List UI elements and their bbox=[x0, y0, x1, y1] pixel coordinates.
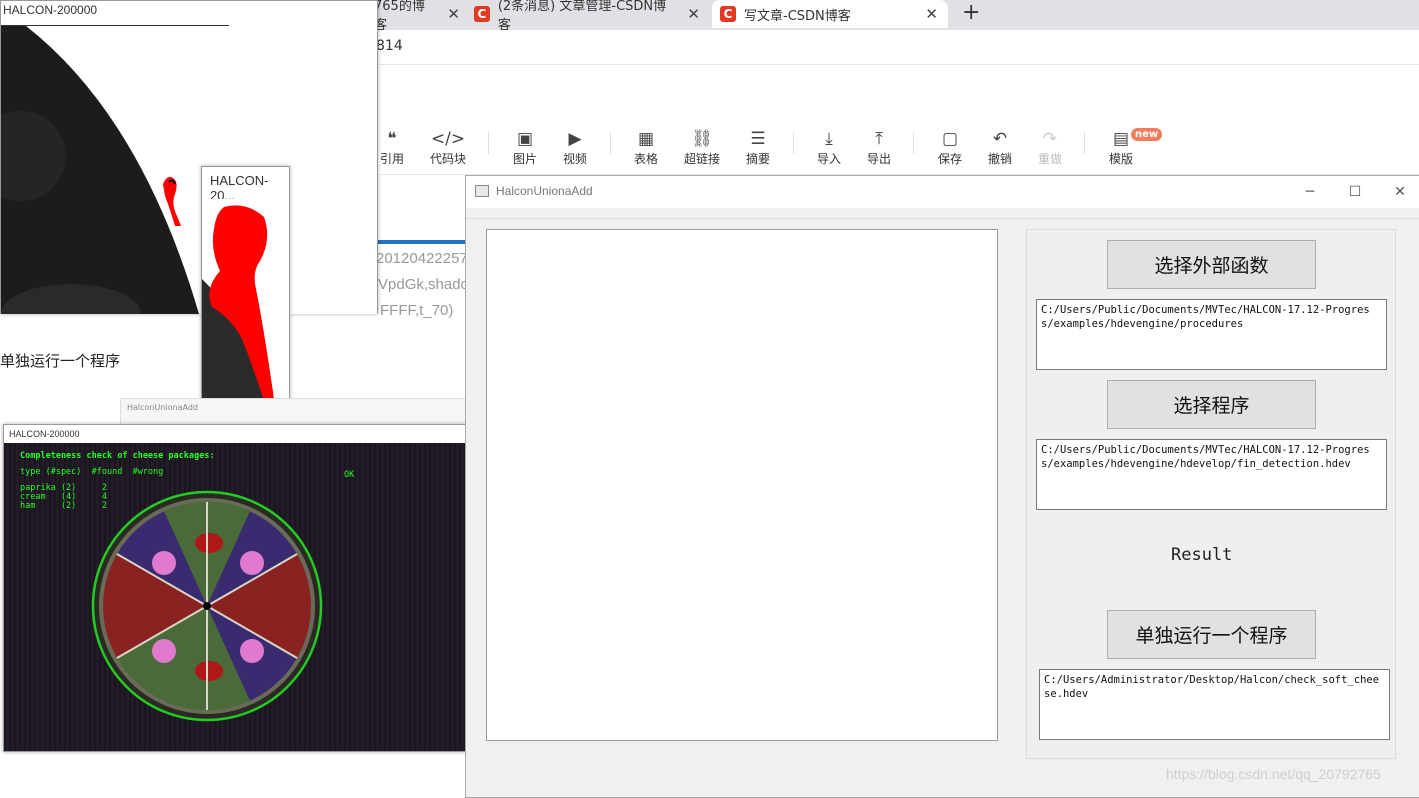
toolbar-label: 重做 bbox=[1037, 152, 1062, 166]
select-external-function-button[interactable]: 选择外部函数 bbox=[1107, 240, 1316, 289]
toolbar-label: 导出 bbox=[866, 152, 891, 166]
halcon-zoom-window[interactable]: HALCON-20... bbox=[201, 166, 290, 426]
toolbar-table-button[interactable]: ▦ 表格 bbox=[621, 128, 671, 167]
run-single-program-button[interactable]: 单独运行一个程序 bbox=[1107, 610, 1316, 659]
code-icon: </> bbox=[430, 129, 466, 149]
editor-text-fragment: FFFF,t_70) bbox=[380, 302, 454, 319]
summary-icon: ☰ bbox=[750, 129, 766, 149]
toolbar-label: 保存 bbox=[937, 152, 962, 166]
undo-icon: ↶ bbox=[992, 129, 1008, 149]
halcon-graphics-window[interactable]: HALCON-200000 bbox=[0, 0, 378, 314]
dialog-titlebar[interactable] bbox=[466, 176, 1419, 208]
toolbar-export-button[interactable]: ⤒ 导出 bbox=[854, 128, 904, 167]
editor-accent-line bbox=[376, 240, 466, 244]
maximize-icon[interactable]: ☐ bbox=[1335, 180, 1375, 204]
toolbar-divider bbox=[793, 132, 794, 154]
redo-icon: ↷ bbox=[1042, 129, 1058, 149]
editor-text-fragment: VpdGk,shado bbox=[378, 276, 469, 293]
close-icon[interactable]: ✕ bbox=[915, 5, 948, 23]
toolbar-label: 引用 bbox=[379, 152, 404, 166]
cheese-header-row: type (#spec) #found #wrong bbox=[20, 467, 164, 477]
toolbar-summary-button[interactable]: ☰ 摘要 bbox=[733, 128, 783, 167]
toolbar-label: 表格 bbox=[633, 152, 658, 166]
import-icon: ⤓ bbox=[825, 129, 833, 149]
link-icon: ⛓ bbox=[691, 129, 713, 149]
halcon-disk-image bbox=[1, 26, 377, 314]
external-function-path-field[interactable]: C:/Users/Public/Documents/MVTec/HALCON-1… bbox=[1036, 299, 1387, 370]
browser-tab-article-manage[interactable]: C (2条消息) 文章管理-CSDN博客 ✕ bbox=[474, 0, 710, 33]
cheese-status: OK bbox=[344, 470, 355, 480]
toolbar-divider bbox=[488, 132, 489, 154]
toolbar-video-button[interactable]: ▶ 视频 bbox=[550, 128, 600, 167]
cheese-row: ham (2) 2 bbox=[20, 501, 107, 511]
csdn-favicon-icon: C bbox=[474, 6, 490, 22]
program-path-field[interactable]: C:/Users/Public/Documents/MVTec/HALCON-1… bbox=[1036, 439, 1387, 510]
toolbar-undo-button[interactable]: ↶ 撤销 bbox=[975, 128, 1025, 167]
browser-tab-write-article[interactable]: C 写文章-CSDN博客 ✕ bbox=[712, 0, 948, 28]
close-icon[interactable]: ✕ bbox=[437, 5, 470, 23]
export-icon: ⤒ bbox=[875, 129, 883, 149]
halcon-window-title: HALCON-200000 bbox=[3, 3, 98, 17]
single-program-path-field[interactable]: C:/Users/Administrator/Desktop/Halcon/ch… bbox=[1039, 669, 1390, 740]
csdn-favicon-icon: C bbox=[720, 6, 736, 22]
close-icon[interactable]: ✕ bbox=[677, 5, 710, 23]
toolbar-code-button[interactable]: </> 代码块 bbox=[423, 128, 473, 167]
toolbar-label: 撤销 bbox=[987, 152, 1012, 166]
new-tab-button[interactable]: + bbox=[962, 0, 980, 28]
toolbar-image-button[interactable]: ▣ 图片 bbox=[500, 128, 550, 167]
toolbar-label: 代码块 bbox=[429, 152, 466, 166]
toolbar-label: 模版 bbox=[1108, 152, 1133, 166]
editor-body-text: 单独运行一个程序 bbox=[0, 352, 121, 370]
toolbar-label: 视频 bbox=[562, 152, 587, 166]
toolbar-link-button[interactable]: ⛓ 超链接 bbox=[677, 128, 727, 167]
select-program-button[interactable]: 选择程序 bbox=[1107, 380, 1316, 429]
toolbar-divider bbox=[913, 132, 914, 154]
address-text: 814 bbox=[376, 38, 403, 54]
minimize-icon[interactable]: ─ bbox=[1290, 180, 1330, 204]
video-icon: ▶ bbox=[568, 129, 582, 149]
table-icon: ▦ bbox=[637, 129, 655, 149]
image-icon: ▣ bbox=[516, 129, 534, 149]
editor-text-fragment: 20120422257 bbox=[376, 250, 468, 267]
toolbar-save-button[interactable]: ▢ 保存 bbox=[925, 128, 975, 167]
halcon-cheese-window[interactable]: HALCON-200000 Completeness check of chee… bbox=[3, 424, 467, 752]
watermark: https://blog.csdn.net/qq_20792765 bbox=[1166, 766, 1381, 782]
save-icon: ▢ bbox=[941, 129, 959, 149]
cheese-heading: Completeness check of cheese packages: bbox=[20, 451, 215, 461]
dialog-title: HalconUnionaAdd bbox=[496, 184, 593, 198]
result-label: Result bbox=[1171, 545, 1233, 565]
halcon-zoom-image bbox=[202, 199, 289, 425]
toolbar-label: 超链接 bbox=[683, 152, 720, 166]
new-badge: new bbox=[1131, 128, 1163, 141]
menu-divider bbox=[466, 218, 1419, 219]
halcon-union-add-dialog: HalconUnionaAdd ─ ☐ ✕ 选择外部函数 C:/Users/Pu… bbox=[465, 175, 1419, 798]
halcon-cheese-title: HALCON-200000 bbox=[9, 429, 80, 439]
image-display-panel[interactable] bbox=[486, 229, 998, 741]
toolbar-label: 导入 bbox=[816, 152, 841, 166]
toolbar-import-button[interactable]: ⤓ 导入 bbox=[804, 128, 854, 167]
toolbar-label: 摘要 bbox=[745, 152, 770, 166]
mini-app-title: HalconUnionaAdd bbox=[127, 403, 199, 412]
app-icon bbox=[475, 185, 489, 197]
toolbar-divider bbox=[1084, 132, 1085, 154]
toolbar-redo-button[interactable]: ↷ 重做 bbox=[1025, 128, 1075, 167]
toolbar-divider bbox=[610, 132, 611, 154]
close-icon[interactable]: ✕ bbox=[1380, 180, 1419, 204]
toolbar-label: 图片 bbox=[512, 152, 537, 166]
